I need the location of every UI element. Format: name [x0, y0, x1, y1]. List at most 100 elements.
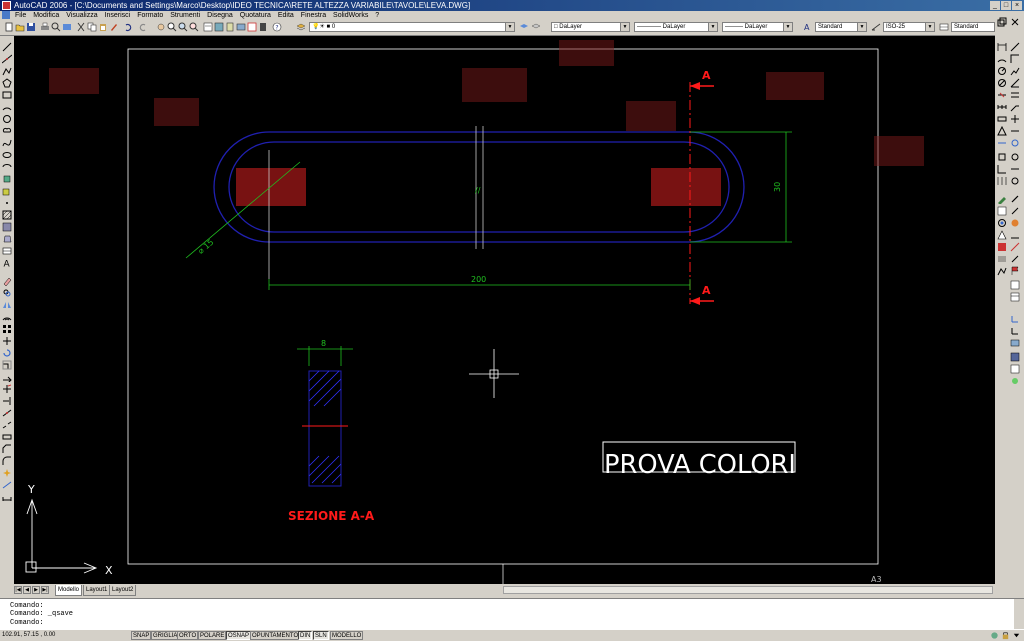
rectangle-icon[interactable]: [2, 90, 12, 100]
window-close-icon[interactable]: [1010, 17, 1020, 27]
communication-center-icon[interactable]: [990, 631, 999, 640]
group-icon[interactable]: [1010, 254, 1020, 264]
center-mark-icon[interactable]: [1010, 114, 1020, 124]
array-icon[interactable]: [2, 324, 12, 334]
otrack-toggle[interactable]: OPUNTAMENTO: [250, 631, 301, 640]
dim-diameter-icon[interactable]: [997, 78, 1007, 88]
osnap-center-icon[interactable]: [1010, 176, 1020, 186]
attach-icon[interactable]: [1010, 206, 1020, 216]
render-icon[interactable]: [1010, 352, 1020, 362]
osnap-intersection-icon[interactable]: [997, 164, 1007, 174]
text-style-icon[interactable]: A: [803, 22, 813, 32]
layer-dropdown[interactable]: 💡☀ ■ 0 ▼: [309, 22, 515, 32]
plot-style-dropdown[interactable]: [796, 22, 802, 32]
dim-arc-length-icon[interactable]: [997, 54, 1007, 64]
zoom-window-icon[interactable]: [178, 22, 188, 32]
osnap-apparent-icon[interactable]: [1010, 164, 1020, 174]
osnap-endpoint-icon[interactable]: [997, 152, 1007, 162]
first-tab-button[interactable]: |◀: [14, 586, 22, 594]
construction-line-icon[interactable]: [2, 54, 12, 64]
zoom-realtime-icon[interactable]: [167, 22, 177, 32]
lock-icon[interactable]: [1001, 631, 1010, 640]
scale-icon[interactable]: [2, 360, 12, 370]
view-icon[interactable]: [1010, 338, 1020, 348]
note-icon[interactable]: [1010, 280, 1020, 290]
minimize-button[interactable]: _: [990, 1, 1000, 10]
color-wheel-icon[interactable]: [1010, 218, 1020, 228]
osnap-midpoint-icon[interactable]: [1010, 152, 1020, 162]
offset-icon[interactable]: [2, 312, 12, 322]
horizontal-scrollbar[interactable]: [503, 586, 993, 594]
dim-text-edit-icon[interactable]: [1010, 126, 1020, 136]
region-icon[interactable]: [2, 234, 12, 244]
osnap-extension-icon[interactable]: [997, 176, 1007, 186]
layer-previous-icon[interactable]: [531, 22, 541, 32]
flag-icon[interactable]: [1010, 266, 1020, 276]
modify-circle-icon[interactable]: [1010, 138, 1020, 148]
last-tab-button[interactable]: ▶|: [41, 586, 49, 594]
polyline-icon[interactable]: [2, 66, 12, 76]
dim-angular-icon[interactable]: [1010, 78, 1020, 88]
dim-baseline-icon[interactable]: [1010, 90, 1020, 100]
prev-tab-button[interactable]: ◀: [23, 586, 31, 594]
menu-disegna[interactable]: Disegna: [207, 12, 233, 19]
markup-icon[interactable]: [247, 22, 257, 32]
calculator-icon[interactable]: [258, 22, 268, 32]
zoom-previous-icon[interactable]: [189, 22, 199, 32]
next-tab-button[interactable]: ▶: [32, 586, 40, 594]
document-icon[interactable]: [2, 11, 10, 20]
menu-file[interactable]: File: [15, 12, 26, 19]
chamfer-icon[interactable]: [2, 444, 12, 454]
text-style-tool-icon[interactable]: [997, 230, 1007, 240]
stretch-icon[interactable]: [2, 372, 12, 382]
menu-visualizza[interactable]: Visualizza: [66, 12, 97, 19]
menu-help[interactable]: ?: [375, 12, 379, 19]
dim-jogged-icon[interactable]: [1010, 66, 1020, 76]
line-icon[interactable]: [2, 42, 12, 52]
dim-edit-icon[interactable]: [2, 492, 12, 502]
table-style-icon[interactable]: [939, 22, 949, 32]
dim-linear-icon[interactable]: [997, 42, 1007, 52]
dim-continue-icon[interactable]: [997, 102, 1007, 112]
command-prompt[interactable]: Comando:: [10, 619, 44, 627]
insert-block-icon[interactable]: [2, 174, 12, 184]
multiline-text-icon[interactable]: A: [2, 258, 12, 269]
window-restore-icon[interactable]: [997, 17, 1007, 27]
modify-dim-icon[interactable]: [2, 480, 12, 490]
status-menu-chevron-icon[interactable]: [1012, 631, 1021, 640]
tool-palettes-icon[interactable]: [225, 22, 235, 32]
command-scrollbar[interactable]: [1014, 599, 1024, 629]
ucs-icon[interactable]: [1010, 314, 1020, 324]
undo-icon[interactable]: [123, 22, 133, 32]
table-icon[interactable]: [2, 246, 12, 256]
ellipse-arc-icon[interactable]: [2, 162, 12, 172]
quick-dim-icon[interactable]: [997, 90, 1007, 100]
rotate-icon[interactable]: [2, 348, 12, 358]
ucs-world-icon[interactable]: [1010, 326, 1020, 336]
ellipse-icon[interactable]: [2, 150, 12, 160]
arc-icon[interactable]: [2, 102, 12, 112]
coordinate-readout[interactable]: 102.91, 57.15 , 0.00: [2, 630, 55, 640]
dim-radius-icon[interactable]: [997, 66, 1007, 76]
paste-icon[interactable]: [98, 22, 108, 32]
color-dropdown[interactable]: □ DaLayer ▼: [551, 22, 630, 32]
fillet-icon[interactable]: [2, 456, 12, 466]
dim-aligned-icon[interactable]: [1010, 42, 1020, 52]
snap-toggle[interactable]: SNAP: [131, 631, 152, 640]
dim-style-icon[interactable]: [871, 22, 881, 32]
distance-icon[interactable]: [1010, 242, 1020, 252]
join-icon[interactable]: [2, 432, 12, 442]
dim-style-dropdown[interactable]: ISO-25 ▼: [883, 22, 935, 32]
new-file-icon[interactable]: [4, 22, 14, 32]
image-icon[interactable]: [997, 206, 1007, 216]
copy-icon[interactable]: [87, 22, 97, 32]
autocad-app-icon[interactable]: [2, 1, 11, 10]
ortho-toggle[interactable]: ORTO: [177, 631, 199, 640]
design-center-icon[interactable]: [214, 22, 224, 32]
gradient-icon[interactable]: [2, 222, 12, 232]
help-icon[interactable]: ?: [272, 22, 282, 32]
menu-inserisci[interactable]: Inserisci: [105, 12, 131, 19]
osnap-toggle[interactable]: OSNAP: [226, 631, 252, 640]
pencil-icon[interactable]: [997, 194, 1007, 204]
explode-icon[interactable]: [2, 468, 12, 478]
